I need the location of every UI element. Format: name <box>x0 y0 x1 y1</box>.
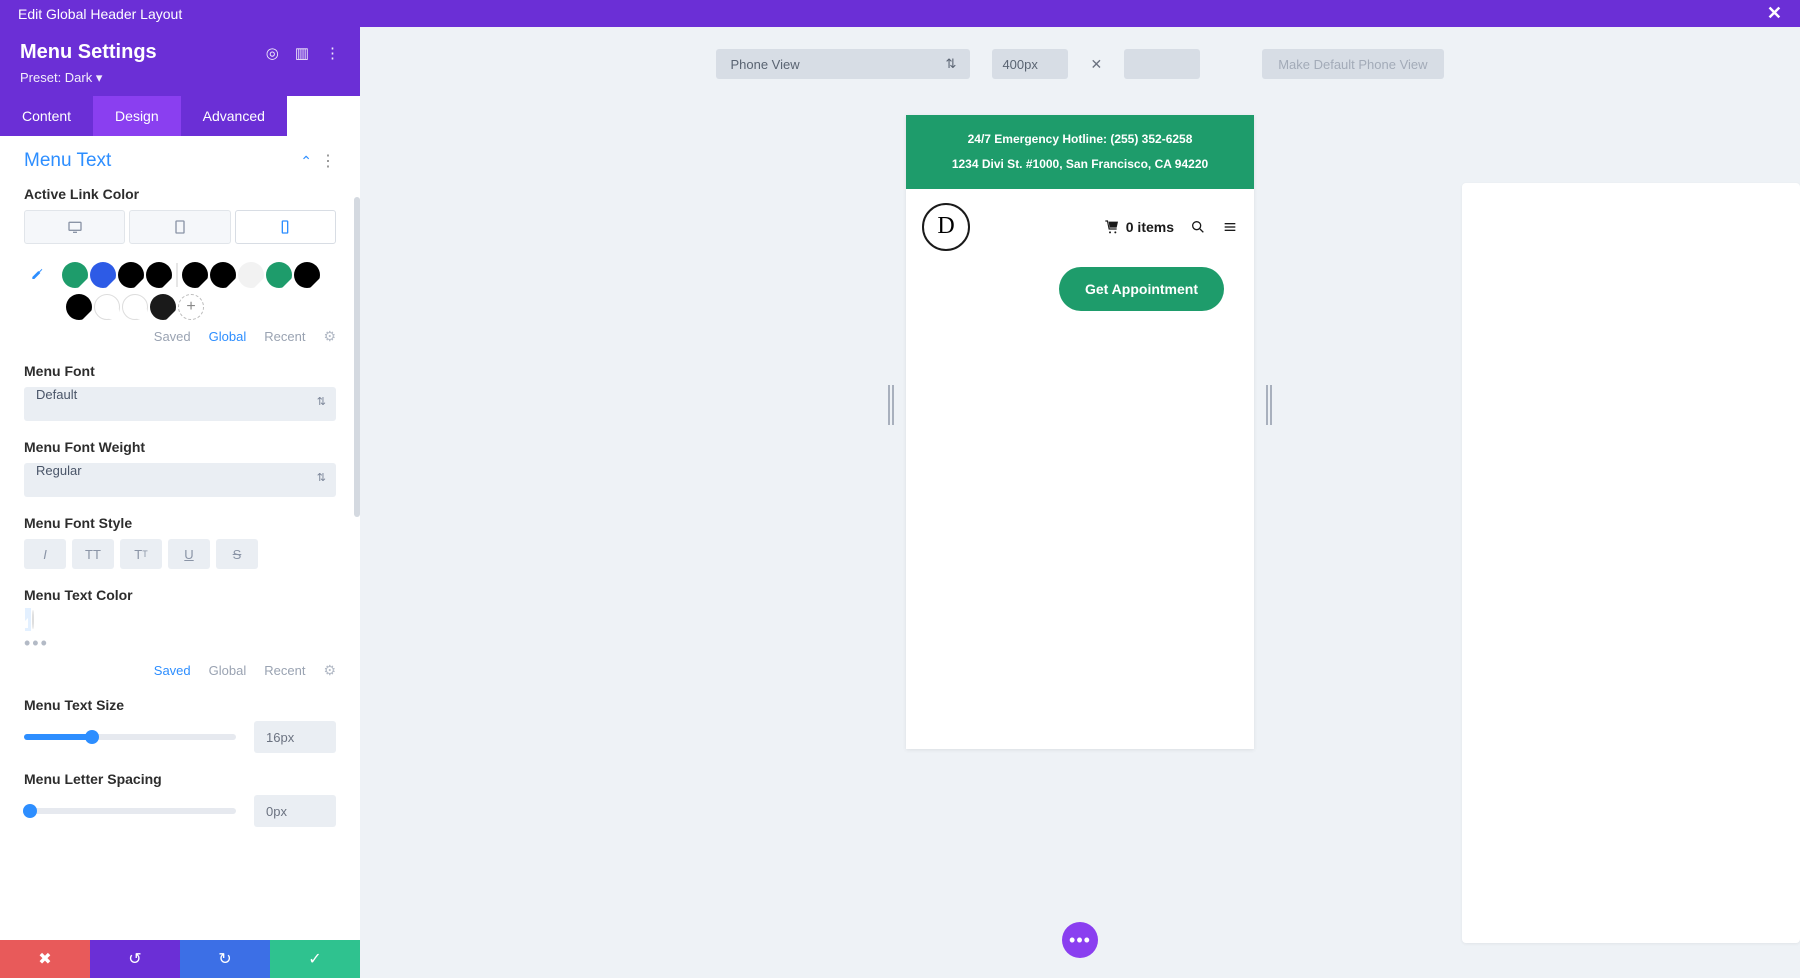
palette-tabs: Saved Global Recent ⚙ <box>24 328 336 345</box>
settings-panel: Menu Settings ◎ ▥ ⋮ Preset: Dark ▾ Conte… <box>0 27 360 978</box>
section-header[interactable]: Menu Text ⌃⋮ <box>24 150 336 172</box>
color-swatch[interactable] <box>294 262 320 288</box>
height-input[interactable] <box>1124 49 1200 79</box>
letter-spacing-value[interactable]: 0px <box>254 795 336 827</box>
menu-font-weight-select[interactable]: Regular <box>24 463 336 497</box>
tab-design[interactable]: Design <box>93 96 181 136</box>
font-style-buttons: I TT TT U S <box>24 539 336 569</box>
palette2-recent[interactable]: Recent <box>264 663 305 678</box>
panel-tabs: Content Design Advanced <box>0 96 360 136</box>
cart-icon <box>1104 219 1120 235</box>
color-swatch[interactable] <box>238 262 264 288</box>
phone-preview: 24/7 Emergency Hotline: (255) 352-6258 1… <box>906 115 1254 749</box>
logo[interactable]: D <box>922 203 970 251</box>
uppercase-button[interactable]: TT <box>72 539 114 569</box>
desktop-toggle[interactable] <box>24 210 125 244</box>
palette-saved[interactable]: Saved <box>154 329 191 344</box>
phone-toggle[interactable] <box>235 210 336 244</box>
italic-button[interactable]: I <box>24 539 66 569</box>
target-icon[interactable]: ◎ <box>266 44 279 62</box>
make-default-button[interactable]: Make Default Phone View <box>1262 49 1443 79</box>
cart-link[interactable]: 0 items <box>1104 219 1174 235</box>
palette2-saved[interactable]: Saved <box>154 663 191 678</box>
swatch-separator <box>176 263 178 287</box>
cancel-button[interactable]: ✖ <box>0 940 90 978</box>
add-color-swatch[interactable]: + <box>178 294 204 320</box>
gear-icon[interactable]: ⚙ <box>323 328 336 345</box>
width-input[interactable]: 400px <box>992 49 1068 79</box>
palette-global[interactable]: Global <box>209 329 247 344</box>
section-menu-icon[interactable]: ⋮ <box>320 153 336 170</box>
menu-font-style-label: Menu Font Style <box>24 515 336 531</box>
device-toggle <box>24 210 336 244</box>
topbar-title: Edit Global Header Layout <box>18 6 182 22</box>
bottom-bar: ✖ ↺ ↻ ✓ <box>0 940 360 978</box>
palette-recent[interactable]: Recent <box>264 329 305 344</box>
redo-button[interactable]: ↻ <box>180 940 270 978</box>
color-swatch[interactable] <box>266 262 292 288</box>
underline-button[interactable]: U <box>168 539 210 569</box>
hamburger-icon[interactable] <box>1222 219 1238 235</box>
tab-content[interactable]: Content <box>0 96 93 136</box>
palette2-global[interactable]: Global <box>209 663 247 678</box>
layout-expand-icon[interactable]: ▥ <box>295 44 309 62</box>
hotline-text: 24/7 Emergency Hotline: (255) 352-6258 <box>916 127 1244 152</box>
view-select[interactable]: Phone View⇅ <box>716 49 970 79</box>
color-swatch[interactable] <box>150 294 176 320</box>
canvas: Phone View⇅ 400px ✕ Make Default Phone V… <box>360 27 1800 978</box>
undo-button[interactable]: ↺ <box>90 940 180 978</box>
side-blank-panel <box>1462 183 1800 943</box>
color-swatch[interactable] <box>146 262 172 288</box>
strikethrough-button[interactable]: S <box>216 539 258 569</box>
color-swatch[interactable] <box>32 610 34 629</box>
save-button[interactable]: ✓ <box>270 940 360 978</box>
color-swatch[interactable] <box>182 262 208 288</box>
menu-text-size-label: Menu Text Size <box>24 697 336 713</box>
resize-handle-left[interactable] <box>888 385 894 425</box>
color-swatch[interactable] <box>66 294 92 320</box>
settings-scroll[interactable]: Menu Text ⌃⋮ Active Link Color + Saved G… <box>0 136 360 978</box>
color-swatch[interactable] <box>122 294 148 320</box>
multiply-icon: ✕ <box>1090 56 1102 73</box>
chevron-down-icon: ▾ <box>96 70 103 85</box>
menu-text-color-label: Menu Text Color <box>24 587 336 603</box>
close-icon[interactable]: ✕ <box>1767 3 1782 24</box>
panel-menu-icon[interactable]: ⋮ <box>325 44 340 62</box>
gear-icon-2[interactable]: ⚙ <box>323 662 336 679</box>
top-bar: Edit Global Header Layout ✕ <box>0 0 1800 27</box>
chevron-up-icon[interactable]: ⌃ <box>300 153 312 169</box>
color-swatch[interactable] <box>210 262 236 288</box>
color-swatch[interactable] <box>90 262 116 288</box>
panel-title: Menu Settings <box>20 41 157 64</box>
tablet-toggle[interactable] <box>129 210 230 244</box>
resize-handle-right[interactable] <box>1266 385 1272 425</box>
menu-letter-spacing-label: Menu Letter Spacing <box>24 771 336 787</box>
phone-nav: D 0 items <box>906 189 1254 259</box>
eyedropper-icon[interactable] <box>24 262 50 288</box>
menu-font-weight-label: Menu Font Weight <box>24 439 336 455</box>
canvas-toolbar: Phone View⇅ 400px ✕ Make Default Phone V… <box>360 27 1800 79</box>
search-icon[interactable] <box>1190 219 1206 235</box>
menu-font-label: Menu Font <box>24 363 336 379</box>
text-size-slider[interactable] <box>24 734 236 740</box>
text-size-value[interactable]: 16px <box>254 721 336 753</box>
panel-header: Menu Settings ◎ ▥ ⋮ Preset: Dark ▾ <box>0 27 360 96</box>
more-colors-icon[interactable]: ••• <box>24 633 336 654</box>
tab-advanced[interactable]: Advanced <box>181 96 287 136</box>
select-arrows-icon: ⇅ <box>946 56 957 72</box>
cta-button[interactable]: Get Appointment <box>1059 267 1224 311</box>
address-text: 1234 Divi St. #1000, San Francisco, CA 9… <box>916 152 1244 177</box>
color-swatch[interactable] <box>62 262 88 288</box>
menu-font-select[interactable]: Default <box>24 387 336 421</box>
preset-selector[interactable]: Preset: Dark ▾ <box>20 70 340 86</box>
letter-spacing-slider[interactable] <box>24 808 236 814</box>
color-swatch[interactable] <box>94 294 120 320</box>
active-link-color-label: Active Link Color <box>24 186 336 202</box>
color-swatch[interactable] <box>118 262 144 288</box>
smallcaps-button[interactable]: TT <box>120 539 162 569</box>
announcement-bar: 24/7 Emergency Hotline: (255) 352-6258 1… <box>906 115 1254 189</box>
fab-button[interactable]: ••• <box>1062 922 1098 958</box>
palette-tabs-2: Saved Global Recent ⚙ <box>24 662 336 679</box>
